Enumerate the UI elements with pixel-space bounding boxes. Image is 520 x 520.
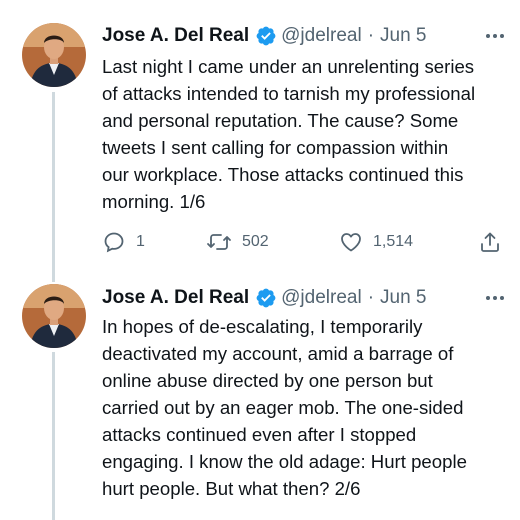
retweet-count: 502 xyxy=(242,233,269,250)
separator-dot: · xyxy=(367,25,375,46)
share-icon xyxy=(478,230,502,254)
tweet-text: Last night I came under an unrelenting s… xyxy=(102,56,476,212)
tweet-header: Jose A. Del Real @jdelreal · Jun 5 xyxy=(102,284,506,312)
tweet[interactable]: Jose A. Del Real @jdelreal · Jun 5 Last … xyxy=(0,0,520,280)
author-name[interactable]: Jose A. Del Real xyxy=(102,287,249,309)
tweet-date[interactable]: Jun 5 xyxy=(380,287,426,309)
tweet[interactable]: Jose A. Del Real @jdelreal · Jun 5 In ho… xyxy=(0,280,520,520)
like-count: 1,514 xyxy=(373,233,414,250)
retweet-icon xyxy=(206,230,232,254)
reply-button[interactable]: 1 xyxy=(102,227,145,257)
author-handle[interactable]: @jdelreal xyxy=(281,287,362,309)
tweet-text: In hopes of de-escalating, I temporarily… xyxy=(102,316,467,499)
more-options-icon[interactable] xyxy=(484,292,506,304)
like-button[interactable]: 1,514 xyxy=(339,227,413,257)
avatar[interactable] xyxy=(22,284,86,348)
tweet-header: Jose A. Del Real @jdelreal · Jun 5 xyxy=(102,22,506,50)
more-options-icon[interactable] xyxy=(484,30,506,42)
author-name[interactable]: Jose A. Del Real xyxy=(102,25,249,47)
reply-count: 1 xyxy=(136,233,145,250)
separator-dot: · xyxy=(367,287,375,308)
verified-badge-icon xyxy=(255,287,277,309)
tweet-actions: 1 502 1,514 xyxy=(102,227,506,257)
verified-badge-icon xyxy=(255,25,277,47)
author-handle[interactable]: @jdelreal xyxy=(281,25,362,47)
share-button[interactable] xyxy=(478,227,502,257)
like-icon xyxy=(339,230,363,254)
reply-icon xyxy=(102,230,126,254)
avatar[interactable] xyxy=(22,23,86,87)
tweet-date[interactable]: Jun 5 xyxy=(380,25,426,47)
retweet-button[interactable]: 502 xyxy=(206,227,269,257)
